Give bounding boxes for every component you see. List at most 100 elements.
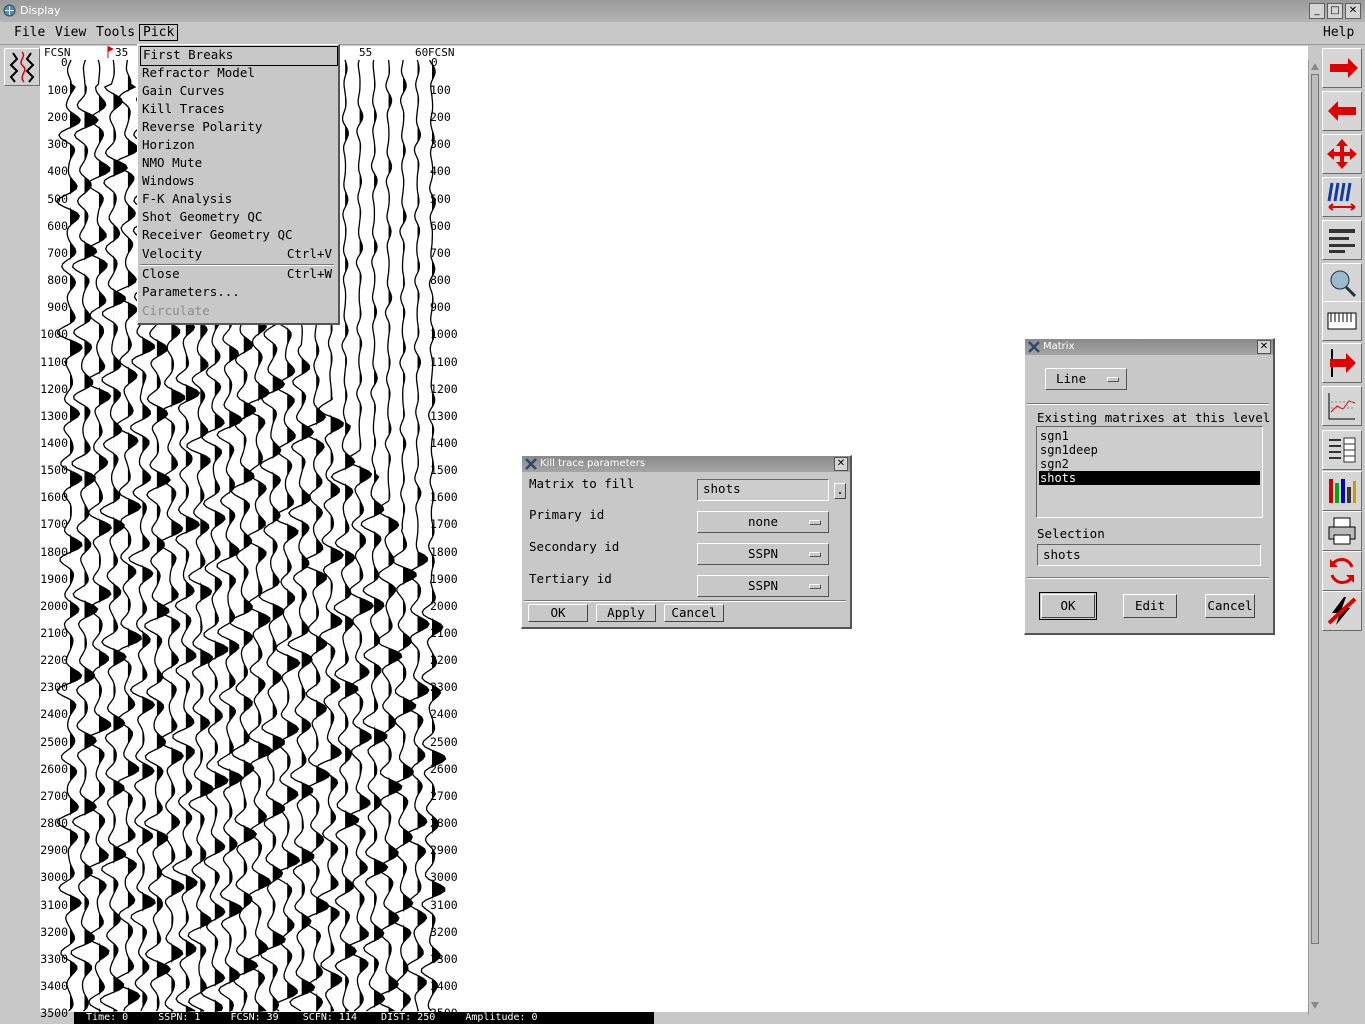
menu-tools[interactable]: Tools xyxy=(93,25,138,40)
menu-help[interactable]: Help xyxy=(1320,25,1357,40)
ruler-icon xyxy=(1327,312,1357,330)
list-item[interactable]: sgn1 xyxy=(1039,429,1260,443)
menu-item-first-breaks[interactable]: First Breaks xyxy=(140,46,338,66)
no-power-button[interactable] xyxy=(1322,591,1362,631)
menu-item-horizon[interactable]: Horizon xyxy=(142,137,334,155)
dialog-separator xyxy=(1027,577,1269,579)
seismic-trace xyxy=(402,59,430,1012)
menu-item-velocity[interactable]: Velocity Ctrl+V xyxy=(142,246,334,264)
minimize-button[interactable]: _ xyxy=(1309,3,1325,19)
matrix-ok-button[interactable]: OK xyxy=(1039,592,1097,620)
time-tick-right: 2300 xyxy=(430,680,458,695)
menu-view[interactable]: View xyxy=(52,25,89,40)
time-tick-right: 400 xyxy=(430,164,451,179)
time-tick-right: 100 xyxy=(430,83,451,97)
menu-item-parameters[interactable]: Parameters... xyxy=(142,284,334,302)
time-tick-left: 2900 xyxy=(40,843,68,858)
menu-item-gain-curves[interactable]: Gain Curves xyxy=(142,83,334,101)
arrow-left-icon xyxy=(1328,101,1356,121)
kill-apply-button[interactable]: Apply xyxy=(596,604,656,622)
refresh-button[interactable] xyxy=(1322,551,1362,591)
kill-trace-dialog: Kill trace parameters ✕ Matrix to fill s… xyxy=(521,455,852,629)
time-tick-left: 100 xyxy=(47,83,68,97)
seismic-trace-fill xyxy=(98,60,112,1012)
time-tick-left: 2500 xyxy=(40,734,68,749)
time-tick-left: 2200 xyxy=(40,653,68,668)
menu-item-receiver-geometry-qc[interactable]: Receiver Geometry QC xyxy=(142,227,334,245)
menu-item-shot-geometry-qc[interactable]: Shot Geometry QC xyxy=(142,209,334,227)
time-tick-left: 300 xyxy=(47,137,68,152)
matrix-edit-button[interactable]: Edit xyxy=(1123,594,1177,618)
plot-options-button[interactable] xyxy=(1322,386,1362,426)
close-window-button[interactable]: ✕ xyxy=(1345,3,1361,19)
scroll-down-icon[interactable] xyxy=(1310,1000,1320,1010)
scroll-thumb[interactable] xyxy=(1311,74,1319,944)
matrix-dialog-close-button[interactable]: ✕ xyxy=(1257,340,1271,354)
matrix-to-fill-label: Matrix to fill xyxy=(529,476,635,491)
primary-id-select[interactable]: none xyxy=(697,511,829,533)
move-cross-button[interactable] xyxy=(1322,134,1362,174)
matrix-cancel-button[interactable]: Cancel xyxy=(1205,594,1255,618)
list-item[interactable]: sgn2 xyxy=(1039,457,1260,471)
tertiary-id-select[interactable]: SSPN xyxy=(697,575,829,597)
menu-item-fk-analysis[interactable]: F-K Analysis xyxy=(142,191,334,209)
time-tick-right: 1800 xyxy=(430,544,458,559)
color-bars-button[interactable] xyxy=(1322,471,1362,511)
matrix-to-fill-field[interactable]: shots xyxy=(697,479,829,501)
arrow-left-button[interactable] xyxy=(1322,91,1362,131)
window-titlebar: Display _ □ ✕ xyxy=(0,0,1365,23)
time-tick-right: 3000 xyxy=(430,870,458,885)
level-select[interactable]: Line xyxy=(1045,368,1127,390)
menu-file[interactable]: File xyxy=(11,25,48,40)
seismic-trace xyxy=(388,59,417,1012)
list-item-selected[interactable]: shots xyxy=(1039,471,1260,485)
print-button[interactable] xyxy=(1322,511,1362,551)
zoom-button[interactable] xyxy=(1322,263,1362,303)
matrix-list[interactable]: sgn1 sgn1deep sgn2 shots xyxy=(1036,426,1263,518)
header-list-button[interactable] xyxy=(1322,220,1362,260)
arrow-right-button[interactable] xyxy=(1322,48,1362,88)
layers-button[interactable] xyxy=(1322,430,1362,470)
menu-item-refractor-model[interactable]: Refractor Model xyxy=(142,65,334,83)
time-tick-right: 2000 xyxy=(430,598,458,613)
time-tick-left: 3200 xyxy=(40,924,68,939)
time-tick-left: 900 xyxy=(47,300,68,315)
export-arrow-button[interactable] xyxy=(1322,343,1362,383)
trace-spacing-button[interactable] xyxy=(1322,177,1362,217)
time-tick-right: 1400 xyxy=(430,435,458,450)
menu-item-nmo-mute[interactable]: NMO Mute xyxy=(142,155,334,173)
menu-item-windows[interactable]: Windows xyxy=(142,173,334,191)
ruler-button[interactable] xyxy=(1322,301,1362,341)
kill-dialog-close-button[interactable]: ✕ xyxy=(834,457,848,471)
time-tick-left: 800 xyxy=(47,273,68,288)
zoom-icon xyxy=(1330,270,1357,298)
time-tick-left: 1500 xyxy=(40,463,68,478)
time-tick-right: 3300 xyxy=(430,951,458,966)
time-tick-left: 1600 xyxy=(40,490,68,505)
time-tick-right: 2100 xyxy=(430,626,458,640)
time-tick-left: 1300 xyxy=(40,408,68,423)
color-bars-icon xyxy=(1329,479,1356,503)
secondary-id-label: Secondary id xyxy=(529,539,620,554)
kill-dialog-titlebar[interactable]: Kill trace parameters ✕ xyxy=(522,456,850,472)
menu-item-kill-traces[interactable]: Kill Traces xyxy=(142,101,334,119)
matrix-browse-button[interactable]: . xyxy=(834,483,846,499)
time-tick-left: 2600 xyxy=(40,761,68,776)
menu-pick[interactable]: Pick xyxy=(139,24,179,41)
secondary-id-select[interactable]: SSPN xyxy=(697,543,829,565)
menu-item-close[interactable]: Close Ctrl+W xyxy=(142,266,334,284)
time-tick-right: 2800 xyxy=(430,816,458,831)
time-tick-right: 2500 xyxy=(430,734,458,749)
list-item[interactable]: sgn1deep xyxy=(1039,443,1260,457)
scroll-up-icon[interactable] xyxy=(1310,62,1320,72)
matrix-dialog-titlebar[interactable]: Matrix ✕ xyxy=(1025,339,1273,355)
menu-item-reverse-polarity[interactable]: Reverse Polarity xyxy=(142,119,334,137)
maximize-button[interactable]: □ xyxy=(1327,3,1343,19)
kill-ok-button[interactable]: OK xyxy=(528,604,588,622)
time-tick-right: 300 xyxy=(430,137,451,152)
wiggle-mode-button[interactable] xyxy=(4,48,40,86)
time-tick-right: 200 xyxy=(430,110,451,125)
matrix-dialog: Matrix ✕ Line Existing matrixes at this … xyxy=(1024,338,1275,635)
kill-cancel-button[interactable]: Cancel xyxy=(664,604,724,622)
selection-field[interactable]: shots xyxy=(1037,544,1261,566)
